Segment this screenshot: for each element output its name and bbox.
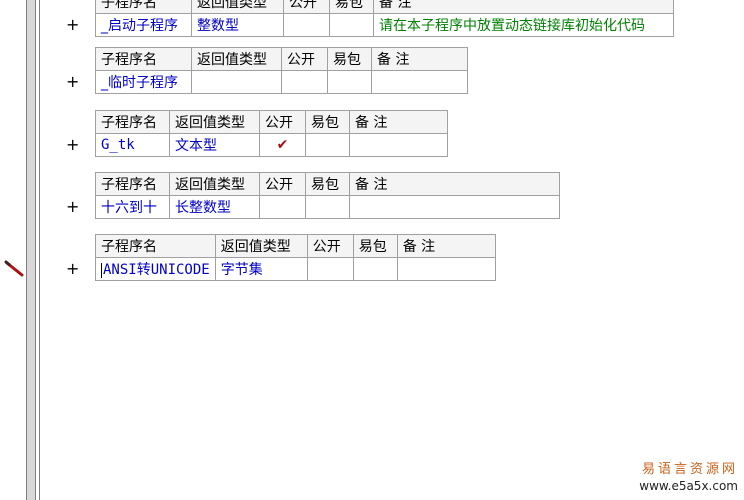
expand-button[interactable]: + — [66, 195, 79, 219]
return-type-cell[interactable] — [191, 70, 282, 94]
table-row[interactable]: _临时子程序 — [95, 70, 468, 94]
table-header-row: 子程序名 返回值类型 公开 易包 备 注 — [95, 234, 496, 258]
pencil-icon — [4, 260, 24, 277]
header-name: 子程序名 — [95, 172, 170, 196]
header-remark: 备 注 — [396, 234, 496, 258]
remark-cell[interactable]: 请在本子程序中放置动态链接库初始化代码 — [373, 13, 674, 37]
header-easy-pack: 易包 — [305, 110, 350, 134]
header-return-type: 返回值类型 — [214, 234, 308, 258]
header-return-type: 返回值类型 — [169, 110, 260, 134]
return-type-cell[interactable]: 整数型 — [191, 13, 284, 37]
easy-pack-cell[interactable] — [352, 257, 398, 281]
header-public: 公开 — [283, 0, 330, 14]
remark-cell[interactable] — [349, 133, 448, 157]
header-name: 子程序名 — [95, 0, 192, 14]
header-easy-pack: 易包 — [305, 172, 350, 196]
table-header-row: 子程序名 返回值类型 公开 易包 备 注 — [95, 172, 560, 196]
header-return-type: 返回值类型 — [169, 172, 260, 196]
return-type-cell[interactable]: 文本型 — [169, 133, 260, 157]
public-cell[interactable] — [259, 195, 306, 219]
table-header-row: 子程序名 返回值类型 公开 易包 备 注 — [95, 47, 468, 71]
procedure-table: 子程序名 返回值类型 公开 易包 备 注 ANSI转UNICODE 字节集 — [95, 234, 496, 281]
easy-pack-cell[interactable] — [329, 13, 374, 37]
gutter-divider — [35, 0, 36, 500]
remark-cell[interactable] — [349, 195, 560, 219]
header-return-type: 返回值类型 — [191, 0, 284, 14]
scroll-track[interactable] — [27, 0, 35, 500]
header-name: 子程序名 — [95, 47, 192, 71]
header-remark: 备 注 — [349, 172, 560, 196]
header-public: 公开 — [306, 234, 354, 258]
expand-button[interactable]: + — [66, 133, 79, 157]
table-row[interactable]: _启动子程序 整数型 请在本子程序中放置动态链接库初始化代码 — [95, 13, 674, 37]
watermark-url: www.e5a5x.com — [639, 479, 738, 493]
text-caret — [101, 262, 102, 278]
watermark-title: 易语言资源网 — [641, 462, 738, 477]
return-type-cell[interactable]: 字节集 — [214, 257, 308, 281]
table-row[interactable]: 十六到十 长整数型 — [95, 195, 560, 219]
procedure-table: 子程序名 返回值类型 公开 易包 备 注 G_tk 文本型 ✔ — [95, 110, 448, 157]
procedure-name-cell[interactable]: ANSI转UNICODE — [95, 257, 216, 281]
code-editor[interactable]: 子程序名 返回值类型 公开 易包 备 注 _启动子程序 整数型 请在本子程序中放… — [40, 0, 744, 500]
easy-pack-cell[interactable] — [327, 70, 372, 94]
header-public: 公开 — [259, 110, 306, 134]
procedure-name-cell[interactable]: _启动子程序 — [95, 13, 192, 37]
public-cell[interactable] — [283, 13, 330, 37]
header-easy-pack: 易包 — [352, 234, 398, 258]
easy-pack-cell[interactable] — [305, 195, 350, 219]
procedure-table: 子程序名 返回值类型 公开 易包 备 注 十六到十 长整数型 — [95, 172, 560, 219]
procedure-name-cell[interactable]: _临时子程序 — [95, 70, 192, 94]
table-row[interactable]: ANSI转UNICODE 字节集 — [95, 257, 496, 281]
table-row[interactable]: G_tk 文本型 ✔ — [95, 133, 448, 157]
expand-button[interactable]: + — [66, 257, 79, 281]
left-gutter — [0, 0, 26, 500]
easy-pack-cell[interactable] — [305, 133, 350, 157]
header-public: 公开 — [281, 47, 328, 71]
remark-cell[interactable] — [396, 257, 496, 281]
watermark-logo: 易语言资源网 www.e5a5x.com — [639, 462, 738, 494]
public-cell[interactable] — [306, 257, 354, 281]
public-checkmark[interactable]: ✔ — [259, 133, 306, 157]
public-cell[interactable] — [281, 70, 328, 94]
remark-cell[interactable] — [371, 70, 468, 94]
expand-button[interactable]: + — [66, 70, 79, 94]
procedure-name-cell[interactable]: 十六到十 — [95, 195, 170, 219]
header-return-type: 返回值类型 — [191, 47, 282, 71]
procedure-name-text: ANSI转UNICODE — [103, 262, 210, 278]
header-name: 子程序名 — [95, 110, 170, 134]
header-remark: 备 注 — [371, 47, 468, 71]
header-name: 子程序名 — [95, 234, 216, 258]
expand-button[interactable]: + — [66, 13, 79, 37]
header-remark: 备 注 — [373, 0, 674, 14]
header-remark: 备 注 — [349, 110, 448, 134]
header-easy-pack: 易包 — [327, 47, 372, 71]
header-public: 公开 — [259, 172, 306, 196]
header-easy-pack: 易包 — [329, 0, 374, 14]
table-header-row: 子程序名 返回值类型 公开 易包 备 注 — [95, 0, 674, 14]
table-header-row: 子程序名 返回值类型 公开 易包 备 注 — [95, 110, 448, 134]
procedure-table: 子程序名 返回值类型 公开 易包 备 注 _临时子程序 — [95, 47, 468, 94]
procedure-table: 子程序名 返回值类型 公开 易包 备 注 _启动子程序 整数型 请在本子程序中放… — [95, 0, 674, 37]
procedure-name-cell[interactable]: G_tk — [95, 133, 170, 157]
return-type-cell[interactable]: 长整数型 — [169, 195, 260, 219]
